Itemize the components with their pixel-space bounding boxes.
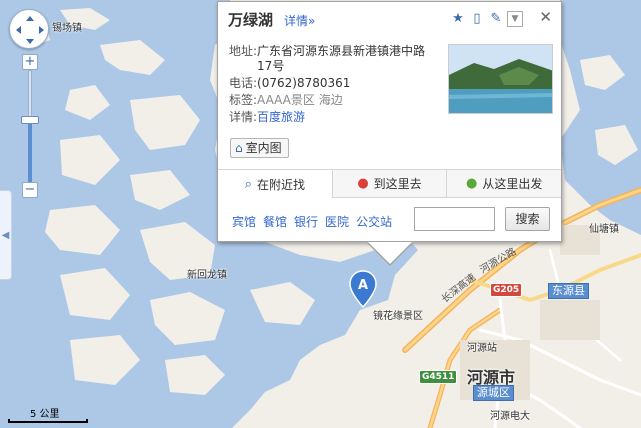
address-value: 广东省河源东源县新港镇港中路17号	[257, 44, 426, 73]
nearby-bus-stop-link[interactable]: 公交站	[356, 213, 392, 230]
detail-link[interactable]: 详情»	[284, 12, 315, 29]
detail-value-link[interactable]: 百度旅游	[257, 110, 305, 125]
tab-go-here-label: 到这里去	[373, 177, 422, 191]
red-pin-icon: ●	[357, 176, 369, 191]
search-button[interactable]: 搜索	[505, 207, 550, 231]
plus-icon: +	[24, 54, 36, 69]
house-icon: ⌂	[235, 141, 243, 155]
info-window-actions: ★ ▯ ✎ ▼	[450, 11, 523, 27]
dropdown-icon[interactable]: ▼	[507, 11, 523, 27]
phone-row: 电话: (0762)8780361	[229, 76, 451, 91]
place-dongyuanxian[interactable]: 东源县	[548, 283, 589, 299]
place-jinghuayuan[interactable]: 镜花缘景区	[373, 307, 423, 322]
place-xinhuilongzhen[interactable]: 新回龙镇	[187, 266, 227, 281]
place-info: 地址: 广东省河源东源县新港镇港中路17号 电话: (0762)8780361 …	[229, 44, 451, 127]
address-row: 地址: 广东省河源东源县新港镇港中路17号	[229, 44, 451, 74]
nearby-bank-link[interactable]: 银行	[294, 213, 318, 230]
search-icon: ⌕	[244, 176, 252, 192]
phone-value: (0762)8780361	[257, 76, 351, 90]
address-key: 地址:	[229, 44, 258, 58]
tab-start-here[interactable]: ● 从这里出发	[446, 170, 561, 197]
zoom-out-button[interactable]: −	[22, 182, 38, 198]
nearby-categories: 宾馆 餐馆 银行 医院 公交站	[232, 213, 392, 230]
place-xiantangzhen[interactable]: 仙塘镇	[589, 220, 619, 235]
road-shield-g4511: G4511	[419, 370, 458, 384]
nearby-search-input[interactable]	[414, 207, 495, 231]
map-pin-icon: A	[349, 270, 377, 309]
tag-key: 标签:	[229, 93, 258, 107]
sidebar-toggle-button[interactable]: ◀	[0, 190, 12, 280]
road-shield-g205: G205	[490, 283, 523, 297]
zoom-slider-fill	[28, 120, 32, 182]
minus-icon: −	[24, 182, 36, 197]
scale-line	[8, 419, 88, 423]
chevron-left-icon: ◀	[1, 230, 10, 241]
phone-key: 电话:	[229, 76, 258, 90]
info-window-tail	[368, 242, 412, 264]
tab-start-here-label: 从这里出发	[482, 177, 543, 191]
marker-letter: A	[358, 278, 368, 293]
tab-go-here[interactable]: ● 到这里去	[331, 170, 447, 197]
tab-nearby-label: 在附近找	[256, 177, 305, 192]
zoom-in-button[interactable]: +	[22, 54, 38, 70]
tab-nearby[interactable]: ⌕ 在附近找	[218, 170, 332, 199]
pan-control[interactable]	[9, 9, 49, 49]
nearby-hospital-link[interactable]: 医院	[325, 213, 349, 230]
detail-row: 详情: 百度旅游	[229, 110, 451, 125]
scale-label: 5 公里	[30, 409, 60, 420]
tag-row: 标签: AAAA景区 海边	[229, 93, 451, 108]
green-pin-icon: ●	[466, 176, 478, 191]
phone-send-icon[interactable]: ▯	[469, 11, 485, 27]
nearby-hotel-link[interactable]: 宾馆	[232, 213, 256, 230]
place-photo[interactable]	[448, 44, 553, 114]
tag-value: AAAA景区 海边	[257, 93, 343, 107]
close-button[interactable]: ✕	[539, 8, 552, 26]
route-tabs: ⌕ 在附近找 ● 到这里去 ● 从这里出发	[218, 169, 561, 199]
place-heyuandianda[interactable]: 河源电大	[490, 407, 530, 422]
place-info-window: 万绿湖 详情» ★ ▯ ✎ ▼ ✕ 地址: 广东省河源东源县新港镇港中路17号 …	[217, 1, 562, 266]
nearby-restaurant-link[interactable]: 餐馆	[263, 213, 287, 230]
lake-photo-image	[449, 45, 552, 113]
place-title: 万绿湖	[228, 11, 274, 29]
zoom-slider-thumb[interactable]	[21, 116, 39, 124]
close-icon: ✕	[539, 8, 552, 26]
edit-icon[interactable]: ✎	[488, 11, 504, 27]
place-heyuanzhan[interactable]: 河源站	[467, 339, 497, 354]
zoom-control[interactable]: + −	[21, 54, 39, 200]
place-xichangzhen[interactable]: 锡场镇	[52, 19, 82, 34]
star-icon[interactable]: ★	[450, 11, 466, 27]
detail-key: 详情:	[229, 110, 258, 124]
indoor-map-label: 室内图	[245, 141, 282, 155]
indoor-map-button[interactable]: ⌂ 室内图	[230, 138, 289, 158]
pan-arrows-icon	[16, 16, 44, 44]
place-yuanchengqu[interactable]: 源城区	[473, 385, 514, 401]
location-marker-a[interactable]: A	[349, 270, 377, 309]
